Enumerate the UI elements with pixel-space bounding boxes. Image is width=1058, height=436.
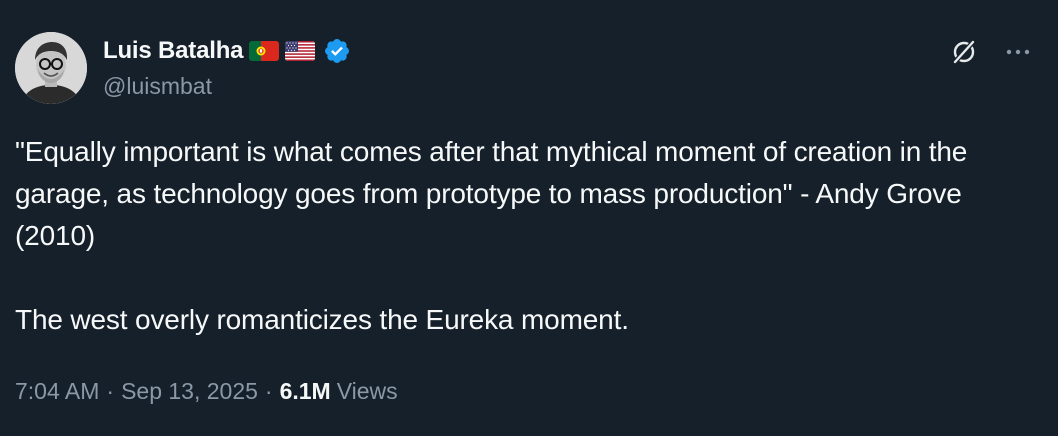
avatar[interactable]: [15, 32, 87, 104]
tweet-meta: 7:04 AM · Sep 13, 2025 · 6.1M Views: [15, 378, 398, 405]
tweet-time[interactable]: 7:04 AM: [15, 378, 99, 405]
top-actions: [950, 38, 1032, 66]
author-display-name[interactable]: Luis Batalha: [103, 37, 244, 65]
more-icon[interactable]: [1004, 38, 1032, 66]
grok-icon[interactable]: [950, 38, 978, 66]
author-handle[interactable]: @luismbat: [103, 73, 212, 100]
author-name-row: Luis Batalha: [103, 36, 351, 66]
tweet-text: "Equally important is what comes after t…: [15, 136, 968, 335]
usa-flag-icon: [285, 41, 316, 61]
meta-separator: ·: [106, 378, 115, 404]
tweet-date[interactable]: Sep 13, 2025: [121, 378, 258, 405]
tweet-card: Luis Batalha @luismbat "Equally importan…: [0, 0, 1058, 436]
verified-badge-icon[interactable]: [323, 37, 351, 65]
meta-separator: ·: [264, 378, 273, 404]
portugal-flag-icon: [249, 41, 280, 61]
views-count[interactable]: 6.1M: [280, 378, 331, 405]
views-label[interactable]: Views: [337, 378, 398, 405]
